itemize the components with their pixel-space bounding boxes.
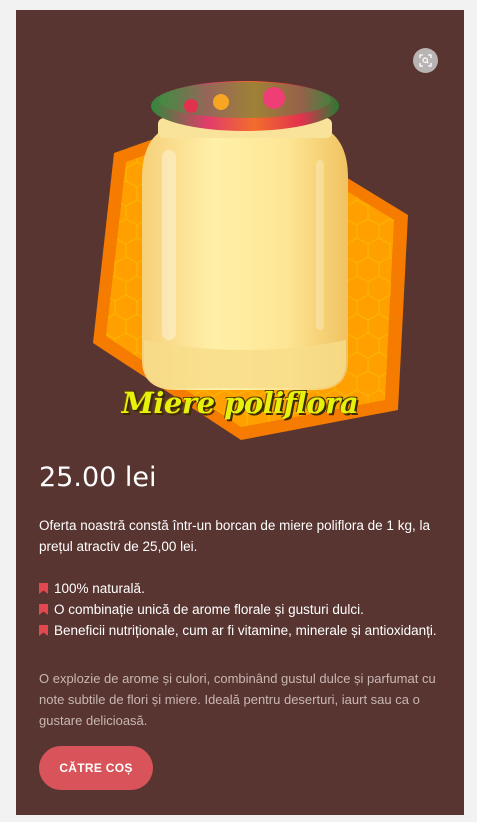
product-description: Oferta noastră constă într-un borcan de …	[39, 518, 430, 554]
zoom-button[interactable]	[413, 48, 438, 73]
feature-text: O combinație unică de arome florale și g…	[54, 602, 364, 617]
product-image[interactable]	[16, 10, 464, 450]
bookmark-icon	[39, 604, 48, 615]
add-to-cart-button[interactable]: CĂTRE COȘ	[39, 746, 153, 790]
feature-item: 100% naturală.	[39, 578, 444, 599]
feature-item: O combinație unică de arome florale și g…	[39, 599, 444, 620]
feature-list: 100% naturală. O combinație unică de aro…	[39, 578, 444, 641]
feature-item: Beneficii nutriționale, cum ar fi vitami…	[39, 620, 444, 641]
product-note: O explozie de arome și culori, combinând…	[39, 671, 436, 728]
zoom-icon	[419, 54, 432, 67]
product-price: 25.00 lei	[39, 462, 157, 493]
bookmark-icon	[39, 583, 48, 594]
feature-text: 100% naturală.	[54, 581, 145, 596]
product-card: Miere poliflora 25.00 lei Oferta noastră…	[16, 10, 464, 815]
bookmark-icon	[39, 625, 48, 636]
image-caption: Miere poliflora	[121, 386, 359, 420]
feature-text: Beneficii nutriționale, cum ar fi vitami…	[54, 623, 437, 638]
